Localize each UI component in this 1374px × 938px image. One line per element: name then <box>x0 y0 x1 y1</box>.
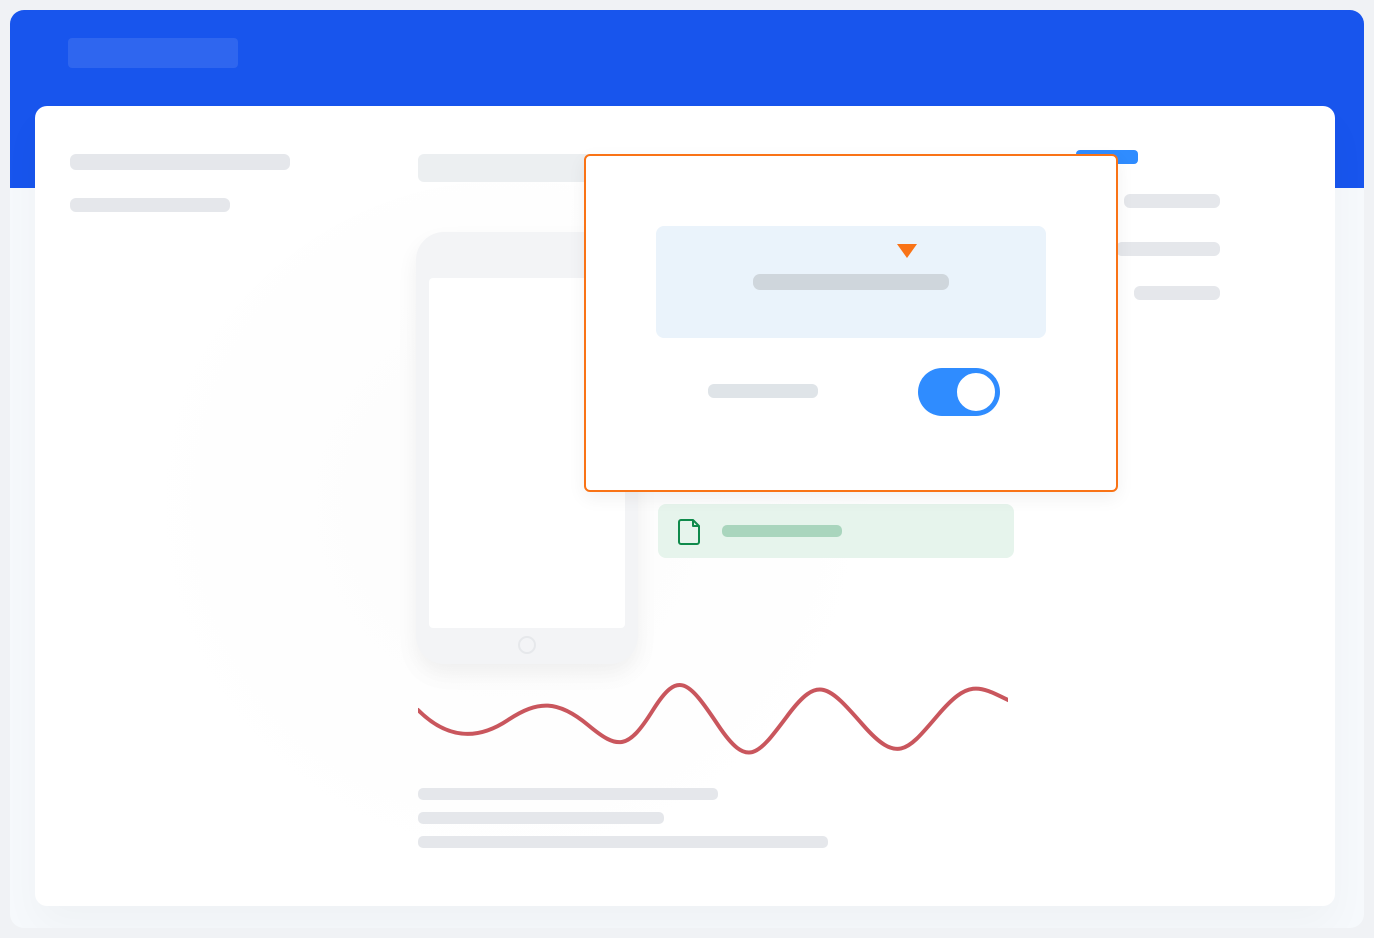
right-meta-line-1 <box>1124 194 1220 208</box>
paragraph-line-2 <box>418 812 664 824</box>
status-label-placeholder <box>722 525 842 537</box>
status-success-row[interactable] <box>658 504 1014 558</box>
paragraph-line-1 <box>418 788 718 800</box>
caret-down-icon <box>897 244 917 258</box>
file-icon <box>678 517 702 545</box>
popover-toggle-label <box>708 384 818 398</box>
brand-logo-placeholder <box>68 38 238 68</box>
paragraph-line-3 <box>418 836 828 848</box>
brand-logo-text <box>68 38 69 39</box>
popover-toggle[interactable] <box>918 368 1000 416</box>
phone-home-button <box>518 636 536 654</box>
popover-field-placeholder <box>753 274 949 290</box>
toggle-knob <box>955 371 997 413</box>
sidebar-line-2 <box>70 198 230 212</box>
app-frame <box>10 10 1364 928</box>
right-meta-line-2 <box>1116 242 1220 256</box>
settings-popover <box>584 154 1118 492</box>
right-meta-line-3 <box>1134 286 1220 300</box>
sidebar-line-1 <box>70 154 290 170</box>
trend-curve <box>418 670 1008 770</box>
